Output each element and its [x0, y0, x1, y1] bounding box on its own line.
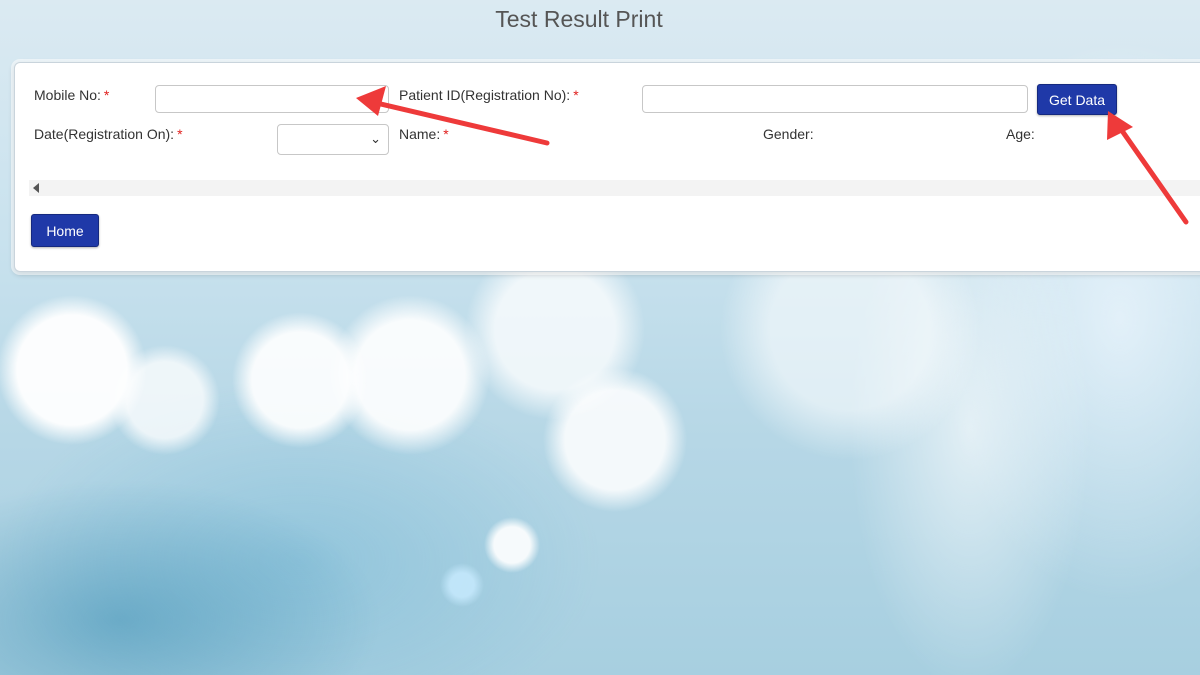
patient-id-label: Patient ID(Registration No): *: [399, 87, 579, 103]
name-label: Name: *: [399, 126, 449, 142]
horizontal-scrollbar[interactable]: [29, 180, 1200, 196]
patient-id-label-text: Patient ID(Registration No):: [399, 87, 571, 103]
required-marker: *: [177, 126, 183, 142]
get-data-button[interactable]: Get Data: [1037, 84, 1117, 115]
mobile-number-input[interactable]: [155, 85, 389, 113]
required-marker: *: [443, 126, 449, 142]
scroll-left-icon[interactable]: [33, 183, 39, 193]
test-result-form-panel: Mobile No: * Patient ID(Registration No):…: [14, 62, 1200, 272]
mobile-label-text: Mobile No:: [34, 87, 101, 103]
age-label: Age:: [1006, 126, 1035, 142]
registration-date-select[interactable]: ⌄: [277, 124, 389, 155]
registration-date-label: Date(Registration On): *: [34, 126, 183, 142]
required-marker: *: [103, 87, 110, 103]
mobile-label: Mobile No: *: [34, 87, 109, 103]
patient-id-input[interactable]: [642, 85, 1028, 113]
page-title: Test Result Print: [495, 6, 663, 32]
name-label-text: Name:: [399, 126, 441, 142]
chevron-down-icon: ⌄: [370, 131, 381, 146]
gender-label: Gender:: [763, 126, 814, 142]
registration-date-label-text: Date(Registration On):: [34, 126, 175, 142]
home-button[interactable]: Home: [31, 214, 99, 247]
required-marker: *: [573, 87, 579, 103]
